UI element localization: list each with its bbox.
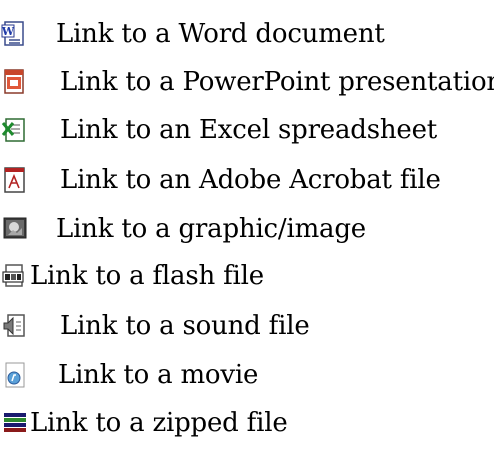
word-document-icon: W: [0, 19, 30, 49]
link-label[interactable]: Link to a flash file: [30, 261, 264, 291]
link-label[interactable]: Link to an Excel spreadsheet: [60, 115, 437, 145]
movie-icon: [0, 360, 30, 390]
link-label[interactable]: Link to a sound file: [60, 311, 310, 341]
link-movie[interactable]: Link to a movie: [0, 351, 258, 399]
link-label[interactable]: Link to a Word document: [56, 19, 385, 49]
link-label[interactable]: Link to a graphic/image: [56, 214, 366, 244]
link-word-document[interactable]: W Link to a Word document: [0, 10, 385, 58]
link-zipped-file[interactable]: Link to a zipped file: [0, 399, 288, 447]
flash-file-icon: [0, 261, 30, 291]
image-icon: [0, 214, 30, 244]
link-powerpoint-presentation[interactable]: Link to a PowerPoint presentation: [0, 58, 494, 106]
link-label[interactable]: Link to a PowerPoint presentation: [60, 67, 494, 97]
link-label[interactable]: Link to a zipped file: [30, 408, 288, 438]
excel-icon: [0, 115, 30, 145]
link-label[interactable]: Link to a movie: [58, 360, 258, 390]
link-sound-file[interactable]: Link to a sound file: [0, 302, 310, 350]
link-graphic-image[interactable]: Link to a graphic/image: [0, 205, 366, 253]
powerpoint-icon: [0, 67, 30, 97]
svg-text:W: W: [1, 25, 15, 38]
link-label[interactable]: Link to an Adobe Acrobat file: [60, 165, 441, 195]
link-excel-spreadsheet[interactable]: Link to an Excel spreadsheet: [0, 106, 437, 154]
link-flash-file[interactable]: Link to a flash file: [0, 252, 264, 300]
zipped-file-icon: [0, 408, 30, 438]
link-adobe-acrobat-file[interactable]: Link to an Adobe Acrobat file: [0, 156, 441, 204]
acrobat-pdf-icon: [0, 165, 30, 195]
sound-file-icon: [0, 311, 30, 341]
